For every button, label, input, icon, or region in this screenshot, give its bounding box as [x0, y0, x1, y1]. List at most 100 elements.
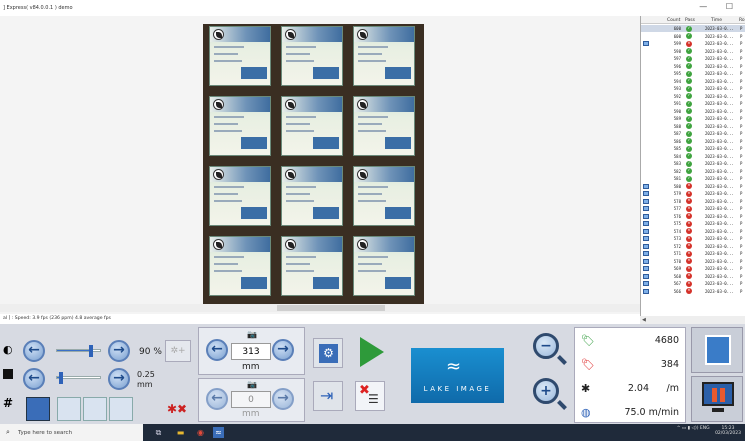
table-row[interactable]: 574 ✕ 2023-03-0... P [641, 228, 745, 235]
image-thumbnail-icon[interactable] [643, 183, 649, 189]
table-row[interactable]: 589 ✓ 2023-03-0... P [641, 115, 745, 122]
grid-mode-4-button[interactable] [109, 397, 133, 421]
table-row[interactable]: 595 ✓ 2023-03-0... P [641, 70, 745, 77]
image-thumbnail-icon[interactable] [643, 191, 649, 196]
col-pass-header[interactable]: Pass [685, 18, 695, 23]
image-thumbnail-icon[interactable] [643, 273, 649, 279]
settings-button[interactable]: ⚙ [313, 338, 343, 368]
browser-icon[interactable]: ◉ [195, 427, 206, 438]
col-count-header[interactable]: Count [667, 18, 680, 23]
horizontal-scrollbar[interactable] [0, 304, 640, 312]
grid-mode-1-button[interactable] [26, 397, 50, 421]
exit-button[interactable]: ⇥ [313, 381, 343, 411]
image-thumbnail-icon[interactable] [643, 243, 649, 249]
contrast-slider-knob[interactable] [58, 372, 63, 384]
table-row[interactable]: 584 ✓ 2023-03-0... P [641, 153, 745, 160]
table-row[interactable]: 587 ✓ 2023-03-0... P [641, 130, 745, 137]
image-thumbnail-icon[interactable] [643, 266, 649, 271]
play-button[interactable] [360, 337, 384, 367]
pass-check-icon: ✓ [686, 160, 692, 167]
table-row[interactable]: 591 ✓ 2023-03-0... P [641, 100, 745, 107]
table-row[interactable]: 599 ✕ 2023-03-0... P [641, 40, 745, 47]
scrollbar-thumb[interactable] [277, 305, 385, 311]
task-view-icon[interactable]: ⧉ [153, 427, 164, 438]
table-row[interactable]: 567 ✕ 2023-03-0... P [641, 280, 745, 287]
offset-increase-button[interactable]: → [272, 339, 294, 361]
image-thumbnail-icon[interactable] [643, 251, 649, 256]
col-more-header[interactable]: Ro [739, 18, 745, 23]
grid-mode-3-button[interactable] [83, 397, 107, 421]
col-time-header[interactable]: Time [711, 18, 722, 23]
table-row[interactable]: 588 ✓ 2023-03-0... P [641, 123, 745, 130]
table-row[interactable]: 594 ✓ 2023-03-0... P [641, 78, 745, 85]
contrast-increase-button[interactable]: → [108, 368, 130, 390]
row-time: 2023-03-0... [705, 191, 734, 196]
table-row[interactable]: 566 ✕ 2023-03-0... P [641, 288, 745, 295]
image-thumbnail-icon[interactable] [643, 221, 649, 226]
table-row[interactable]: 580 ✕ 2023-03-0... P [641, 183, 745, 190]
table-row[interactable]: 571 ✕ 2023-03-0... P [641, 250, 745, 257]
view-mode-button[interactable] [691, 327, 743, 373]
offset2-decrease-button[interactable]: ← [206, 388, 228, 410]
zoom-out-button[interactable]: − [533, 333, 559, 359]
table-row[interactable]: 575 ✕ 2023-03-0... P [641, 220, 745, 227]
contrast-decrease-button[interactable]: ← [23, 368, 45, 390]
table-row[interactable]: 573 ✕ 2023-03-0... P [641, 235, 745, 242]
offset2-increase-button[interactable]: → [272, 388, 294, 410]
brightness-slider-knob[interactable] [88, 345, 93, 357]
table-row[interactable]: 576 ✕ 2023-03-0... P [641, 213, 745, 220]
table-row[interactable]: 569 ✕ 2023-03-0... P [641, 265, 745, 272]
table-row[interactable]: 585 ✓ 2023-03-0... P [641, 145, 745, 152]
image-thumbnail-icon[interactable] [643, 41, 649, 46]
table-row[interactable]: 596 ✓ 2023-03-0... P [641, 63, 745, 70]
table-row[interactable]: 586 ✓ 2023-03-0... P [641, 138, 745, 145]
offset2-field[interactable]: 0 [231, 391, 271, 408]
language-indicator[interactable]: ENG [700, 426, 710, 431]
image-thumbnail-icon[interactable] [643, 236, 649, 241]
grid-mode-2-button[interactable] [57, 397, 81, 421]
table-row[interactable]: 590 ✓ 2023-03-0... P [641, 108, 745, 115]
table-row[interactable]: 598 ✓ 2023-03-0... P [641, 48, 745, 55]
clear-log-button[interactable]: ✖ ☰ [355, 381, 385, 411]
image-thumbnail-icon[interactable] [643, 213, 649, 219]
offset-field[interactable]: 313 [231, 343, 271, 360]
image-thumbnail-icon[interactable] [643, 281, 649, 286]
taskbar-search[interactable]: ⌕ Type here to search [0, 424, 143, 441]
table-row[interactable]: 592 ✓ 2023-03-0... P [641, 93, 745, 100]
window-controls[interactable]: — ☐ [699, 2, 741, 11]
zoom-in-button[interactable]: + [533, 378, 559, 404]
file-explorer-icon[interactable]: ▬ [175, 427, 186, 438]
image-thumbnail-icon[interactable] [643, 258, 649, 264]
table-row[interactable]: 593 ✓ 2023-03-0... P [641, 85, 745, 92]
image-thumbnail-icon[interactable] [643, 198, 649, 204]
table-row[interactable]: 582 ✓ 2023-03-0... P [641, 168, 745, 175]
app-icon[interactable]: ≈ [213, 427, 224, 438]
table-row[interactable]: 583 ✓ 2023-03-0... P [641, 160, 745, 167]
contrast-slider[interactable] [56, 372, 101, 384]
table-row[interactable]: 568 ✕ 2023-03-0... P [641, 273, 745, 280]
table-row[interactable]: 579 ✕ 2023-03-0... P [641, 190, 745, 197]
table-row[interactable]: 597 ✓ 2023-03-0... P [641, 55, 745, 62]
table-row[interactable]: 577 ✕ 2023-03-0... P [641, 205, 745, 212]
offset-decrease-button[interactable]: ← [206, 339, 228, 361]
brightness-decrease-button[interactable]: ← [23, 340, 45, 362]
table-horizontal-scrollbar[interactable]: ◀ [640, 316, 745, 324]
row-time: 2023-03-0... [705, 281, 734, 286]
table-row[interactable]: 600 ✓ 2023-03-0... P [641, 25, 745, 33]
clear-grid-button[interactable]: ✱✖ [162, 398, 192, 420]
table-row[interactable]: 581 ✓ 2023-03-0... P [641, 175, 745, 182]
image-thumbnail-icon[interactable] [643, 228, 649, 234]
image-thumbnail-icon[interactable] [643, 206, 649, 211]
brightness-auto-button[interactable]: ✲+ [165, 340, 191, 362]
table-row[interactable]: 578 ✕ 2023-03-0... P [641, 198, 745, 205]
brightness-slider[interactable] [56, 345, 101, 357]
pause-button[interactable] [691, 376, 743, 422]
table-row[interactable]: 572 ✕ 2023-03-0... P [641, 243, 745, 250]
image-thumbnail-icon[interactable] [643, 288, 649, 294]
tray-icons[interactable]: ^ ▭ ▮ ◁)) [677, 426, 700, 431]
brightness-increase-button[interactable]: → [108, 340, 130, 362]
results-table[interactable]: Count Pass Time Ro 600 ✓ 2023-03-0... P 600 ✓… [640, 16, 745, 324]
table-row[interactable]: 600 ✓ 2023-03-0... P [641, 33, 745, 40]
scroll-left-arrow-icon[interactable]: ◀ [642, 317, 646, 323]
table-row[interactable]: 570 ✕ 2023-03-0... P [641, 258, 745, 265]
